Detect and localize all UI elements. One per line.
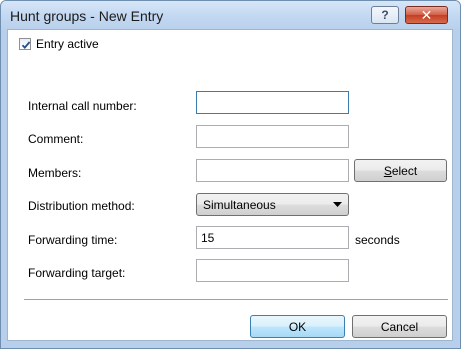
members-input[interactable] [196,159,349,182]
forwarding-target-input[interactable] [196,259,349,282]
distribution-method-value: Simultaneous [203,198,276,212]
select-members-button[interactable]: Select [354,159,447,182]
internal-call-number-label: Internal call number: [28,99,137,113]
checkmark-icon [21,41,31,49]
distribution-method-label: Distribution method: [28,199,135,213]
button-separator [24,299,448,300]
forwarding-time-input[interactable] [196,226,349,249]
internal-call-number-input[interactable] [196,91,349,114]
forwarding-target-label: Forwarding target: [28,266,126,280]
help-button[interactable]: ? [371,6,399,24]
forwarding-time-unit: seconds [355,233,400,247]
entry-active-label: Entry active [36,37,99,51]
distribution-method-dropdown[interactable]: Simultaneous [196,193,349,216]
question-mark-icon: ? [381,8,389,22]
chevron-down-icon [333,202,342,207]
cancel-button-label: Cancel [380,319,419,334]
cancel-button[interactable]: Cancel [352,315,447,338]
comment-input[interactable] [196,125,349,148]
entry-active-row[interactable]: Entry active [19,37,99,51]
title-bar[interactable]: Hunt groups - New Entry ? ✕ [1,1,460,30]
window-title: Hunt groups - New Entry [10,8,164,24]
close-icon: ✕ [420,6,433,23]
select-button-label: Select [383,163,418,178]
dialog-client-area [7,29,453,341]
entry-active-checkbox[interactable] [19,38,31,50]
ok-button-label: OK [288,319,307,334]
forwarding-time-label: Forwarding time: [28,233,118,247]
comment-label: Comment: [28,132,84,146]
members-label: Members: [28,166,82,180]
close-button[interactable]: ✕ [405,6,448,24]
ok-button[interactable]: OK [250,315,345,338]
